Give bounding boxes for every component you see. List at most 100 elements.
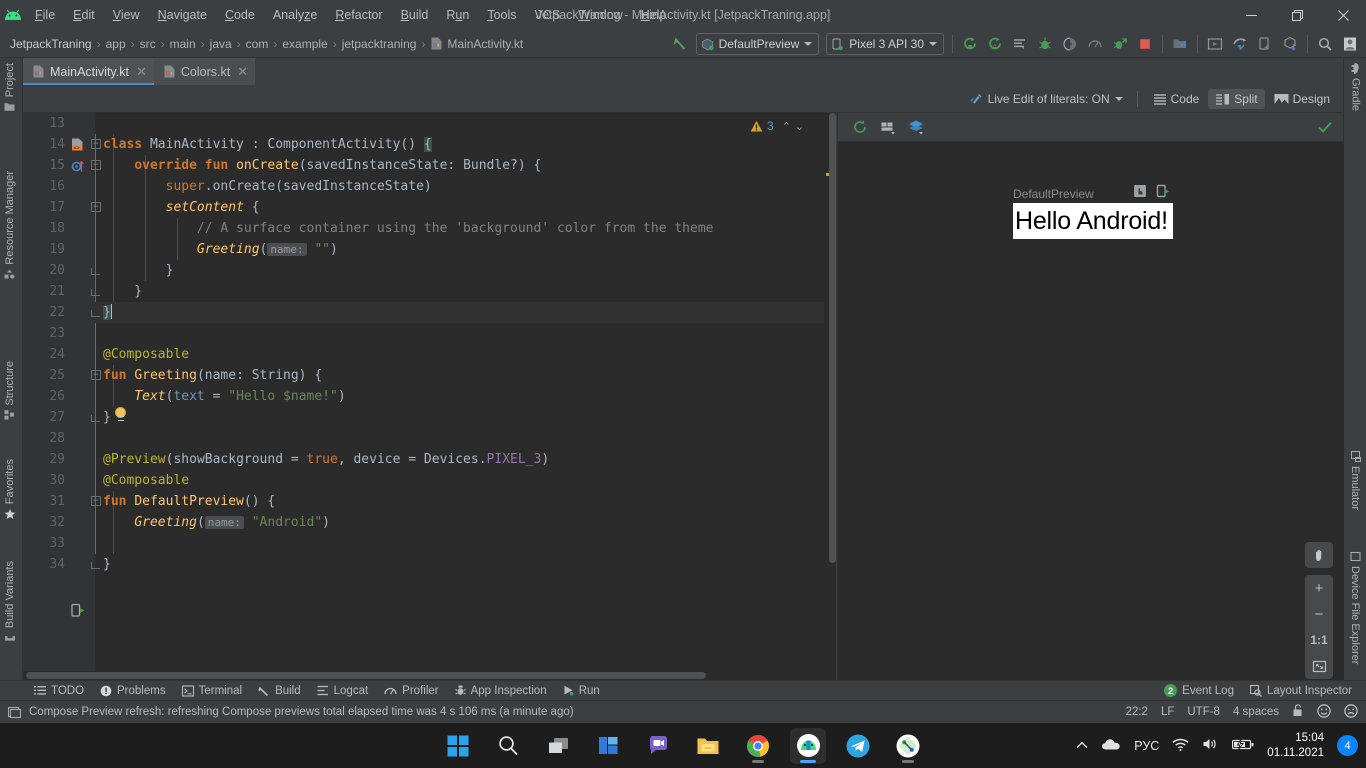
breadcrumb-item-6[interactable]: example bbox=[280, 37, 329, 51]
apply-changes-icon[interactable] bbox=[1008, 32, 1032, 56]
fit-screen-button[interactable] bbox=[1305, 653, 1333, 679]
fold-toggle-icon[interactable]: − bbox=[91, 496, 101, 506]
code-line[interactable]: 22} bbox=[23, 302, 836, 323]
search-icon[interactable] bbox=[490, 728, 526, 764]
close-icon[interactable]: ✕ bbox=[136, 64, 147, 80]
tab-split[interactable]: Split bbox=[1208, 88, 1265, 109]
code-line[interactable]: 14 − class MainActivity : ComponentActivit… bbox=[23, 134, 836, 155]
account-icon[interactable] bbox=[1338, 32, 1362, 56]
next-warning-button[interactable]: ⌄ bbox=[795, 120, 804, 133]
profile-app-icon[interactable] bbox=[1108, 32, 1132, 56]
tool-window-logcat[interactable]: Logcat bbox=[309, 681, 377, 701]
zoom-in-button[interactable]: + bbox=[1305, 575, 1333, 601]
tab-code[interactable]: Code bbox=[1146, 89, 1207, 109]
search-icon[interactable] bbox=[1313, 32, 1337, 56]
editor-tab-colors[interactable]: Colors.kt ✕ bbox=[153, 58, 256, 85]
telegram-icon[interactable] bbox=[840, 728, 876, 764]
battery-charging-icon[interactable] bbox=[1232, 738, 1254, 754]
menu-help[interactable]: Help bbox=[632, 0, 676, 30]
feedback-sad-icon[interactable] bbox=[1344, 703, 1358, 721]
tool-window-run[interactable]: Run bbox=[555, 681, 608, 701]
close-icon[interactable]: ✕ bbox=[237, 64, 248, 80]
breadcrumb-item-0[interactable]: JetpackTraning bbox=[8, 37, 94, 51]
code-line[interactable]: 17 − setContent { bbox=[23, 197, 836, 218]
menu-refactor[interactable]: Refactor bbox=[326, 0, 391, 30]
code-line[interactable]: 31 − fun DefaultPreview() { bbox=[23, 491, 836, 512]
start-windows-icon[interactable] bbox=[440, 728, 476, 764]
code-line[interactable]: 33 bbox=[23, 533, 836, 554]
editor-vertical-scrollbar-thumb[interactable] bbox=[829, 113, 836, 563]
intention-bulb-icon[interactable] bbox=[115, 407, 126, 421]
code-line[interactable]: 21 } bbox=[23, 281, 836, 302]
code-line[interactable]: 32 Greeting(name: "Android") bbox=[23, 512, 836, 533]
inspection-widget[interactable]: 3 ⌃ ⌄ bbox=[750, 113, 836, 139]
preview-canvas[interactable]: DefaultPreview Hello Android! + − 1:1 bbox=[838, 142, 1344, 680]
background-tasks-icon[interactable] bbox=[8, 706, 21, 719]
volume-icon[interactable] bbox=[1202, 737, 1219, 754]
tool-window-layout-inspector[interactable]: Layout Inspector bbox=[1242, 681, 1360, 701]
breadcrumb-item-2[interactable]: src bbox=[138, 37, 158, 51]
menu-build[interactable]: Build bbox=[392, 0, 438, 30]
run-coverage-icon[interactable]: A bbox=[983, 32, 1007, 56]
device-selector[interactable]: Pixel 3 API 30 bbox=[826, 33, 944, 55]
code-line[interactable]: 26 Text(text = "Hello $name!") bbox=[23, 386, 836, 407]
prev-warning-button[interactable]: ⌃ bbox=[782, 120, 791, 133]
fold-toggle-icon[interactable]: − bbox=[91, 160, 101, 170]
breadcrumb-file[interactable]: MainActivity.kt bbox=[428, 37, 525, 51]
code-line[interactable]: 34} bbox=[23, 554, 836, 575]
run-configuration-selector[interactable]: DefaultPreview bbox=[695, 33, 820, 55]
code-line[interactable]: 27} bbox=[23, 407, 836, 428]
sourcetree-icon[interactable] bbox=[890, 728, 926, 764]
deploy-preview-icon[interactable] bbox=[1156, 184, 1170, 203]
file-explorer-icon[interactable] bbox=[690, 728, 726, 764]
sidebar-item-emulator[interactable]: Emulator bbox=[1349, 448, 1361, 513]
tool-window-build[interactable]: Build bbox=[250, 681, 309, 701]
tool-window-terminal[interactable]: Terminal bbox=[174, 681, 250, 701]
code-line[interactable]: 20 } bbox=[23, 260, 836, 281]
layers-icon[interactable] bbox=[904, 115, 928, 139]
code-line[interactable]: 19 Greeting(name: "") bbox=[23, 239, 836, 260]
status-message-area[interactable]: Compose Preview refresh: refreshing Comp… bbox=[0, 706, 574, 719]
device-explorer-icon[interactable] bbox=[1278, 32, 1302, 56]
fold-toggle-icon[interactable]: − bbox=[91, 202, 101, 212]
actual-size-button[interactable]: 1:1 bbox=[1305, 627, 1333, 653]
profiler-icon[interactable] bbox=[1083, 32, 1107, 56]
build-refresh-icon[interactable] bbox=[876, 115, 900, 139]
sidebar-item-resource-manager[interactable]: Resource Manager bbox=[4, 168, 16, 283]
onedrive-icon[interactable] bbox=[1101, 738, 1121, 754]
breadcrumb-item-1[interactable]: app bbox=[104, 37, 128, 51]
menu-navigate[interactable]: Navigate bbox=[149, 0, 216, 30]
notification-badge[interactable]: 4 bbox=[1337, 735, 1358, 756]
fold-end-icon[interactable] bbox=[91, 265, 101, 275]
run-preview-marker-icon[interactable] bbox=[71, 603, 86, 623]
menu-window[interactable]: Window bbox=[569, 0, 631, 30]
tool-window-todo[interactable]: TODO bbox=[26, 681, 92, 701]
back-arrow-icon[interactable] bbox=[668, 32, 692, 56]
google-chrome-icon[interactable] bbox=[740, 728, 776, 764]
tool-window-event-log[interactable]: 2 Event Log bbox=[1156, 681, 1242, 701]
code-line[interactable]: 30 @Composable bbox=[23, 470, 836, 491]
preview-rendered-device[interactable]: Hello Android! bbox=[1013, 203, 1173, 239]
interactive-mode-icon[interactable] bbox=[1133, 184, 1147, 203]
code-line[interactable]: 15 − override fun onCreate(savedInstanceS… bbox=[23, 155, 836, 176]
refresh-icon[interactable] bbox=[848, 115, 872, 139]
sidebar-item-gradle[interactable]: Gradle bbox=[1349, 60, 1362, 114]
maximize-button[interactable] bbox=[1274, 0, 1320, 30]
pan-tool-button[interactable] bbox=[1305, 542, 1333, 568]
fold-toggle-icon[interactable]: − bbox=[91, 370, 101, 380]
menu-file[interactable]: FFileile bbox=[26, 0, 64, 30]
line-separator[interactable]: LF bbox=[1161, 706, 1174, 718]
tool-window-problems[interactable]: Problems bbox=[92, 681, 174, 701]
fold-end-icon[interactable] bbox=[91, 559, 101, 569]
menu-analyze[interactable]: Analyze bbox=[264, 0, 326, 30]
code-editor[interactable]: 13 14− class MainActivity : ComponentActiv… bbox=[23, 113, 836, 680]
avd-manager-icon[interactable] bbox=[1203, 32, 1227, 56]
taskbar-clock[interactable]: 15:04 01.11.2021 bbox=[1267, 731, 1324, 761]
run-icon[interactable] bbox=[958, 32, 982, 56]
editor-horizontal-scrollbar-thumb[interactable] bbox=[26, 672, 706, 679]
code-line[interactable]: 29 @Preview(showBackground = true, device… bbox=[23, 449, 836, 470]
live-edit-toggle[interactable]: Live Edit of literals: ON bbox=[963, 92, 1129, 106]
file-encoding[interactable]: UTF-8 bbox=[1187, 706, 1220, 718]
minimize-button[interactable] bbox=[1228, 0, 1274, 30]
read-write-lock-icon[interactable] bbox=[1292, 704, 1304, 720]
